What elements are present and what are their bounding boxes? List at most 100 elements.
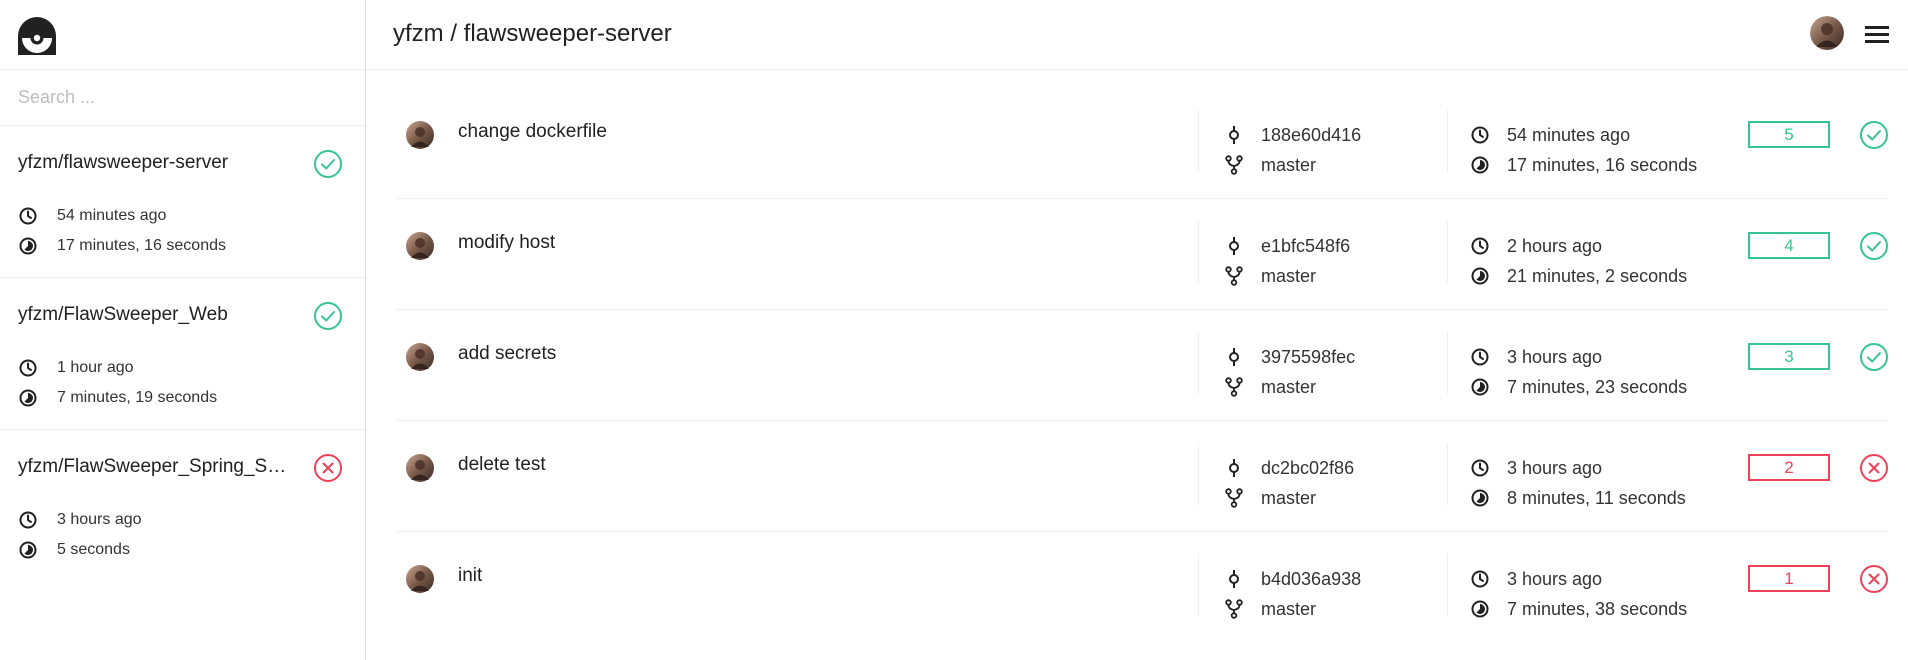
search-input[interactable] [18, 82, 338, 112]
build-duration: 7 minutes, 23 seconds [1507, 376, 1688, 397]
build-row[interactable]: delete test dc2bc02f86 master 3 hours ago 8 … [396, 421, 1888, 532]
build-number-badge: 2 [1748, 454, 1830, 481]
timelapse-icon [18, 540, 38, 560]
divider [1447, 443, 1448, 505]
repo-duration-row: 7 minutes, 19 seconds [18, 387, 217, 409]
build-time: 3 hours ago [1507, 346, 1603, 367]
duration-row: 17 minutes, 16 seconds [1470, 153, 1697, 177]
author-avatar [406, 121, 434, 149]
commit-row: 3975598fec [1224, 345, 1355, 369]
build-row[interactable]: init b4d036a938 master 3 hours ago 7 minutes… [396, 532, 1888, 643]
commit-icon [1224, 569, 1244, 589]
failure-x-icon [1859, 453, 1889, 483]
repo-item[interactable]: yfzm/FlawSweeper_Web 1 hour ago 7 minutes,… [0, 278, 365, 430]
commit-sha: b4d036a938 [1261, 568, 1362, 589]
divider [1198, 443, 1199, 505]
branch-name: master [1261, 487, 1317, 508]
commit-row: 188e60d416 [1224, 123, 1361, 147]
success-check-icon [313, 301, 343, 331]
commit-icon [1224, 458, 1244, 478]
commit-row: e1bfc548f6 [1224, 234, 1350, 258]
branch-name: master [1261, 376, 1317, 397]
build-row[interactable]: modify host e1bfc548f6 master 2 hours ago 21… [396, 199, 1888, 310]
success-check-icon [313, 149, 343, 179]
author-avatar [406, 454, 434, 482]
user-avatar[interactable] [1810, 16, 1844, 50]
commit-sha: 3975598fec [1261, 346, 1356, 367]
branch-name: master [1261, 598, 1317, 619]
duration-row: 21 minutes, 2 seconds [1470, 264, 1687, 288]
divider [1447, 332, 1448, 394]
success-check-icon [1859, 342, 1889, 372]
build-list: change dockerfile 188e60d416 master 54 minu… [396, 88, 1888, 643]
repo-duration: 7 minutes, 19 seconds [57, 389, 218, 406]
divider [1198, 110, 1199, 172]
build-number-badge: 1 [1748, 565, 1830, 592]
build-time: 2 hours ago [1507, 235, 1603, 256]
author-avatar [406, 343, 434, 371]
time-row: 54 minutes ago [1470, 123, 1630, 147]
build-row[interactable]: add secrets 3975598fec master 3 hours ago 7 … [396, 310, 1888, 421]
clock-icon [1470, 347, 1490, 367]
clock-icon [18, 358, 38, 378]
timelapse-icon [18, 388, 38, 408]
duration-row: 7 minutes, 23 seconds [1470, 375, 1687, 399]
commit-icon [1224, 236, 1244, 256]
repo-duration-row: 17 minutes, 16 seconds [18, 235, 226, 257]
timelapse-icon [1470, 377, 1490, 397]
clock-icon [18, 206, 38, 226]
commit-icon [1224, 125, 1244, 145]
app: yfzm/flawsweeper-server54 minutes ago17 … [0, 0, 1908, 660]
clock-icon [1470, 236, 1490, 256]
build-row[interactable]: change dockerfile 188e60d416 master 54 minu… [396, 88, 1888, 199]
branch-row: master [1224, 153, 1316, 177]
build-time: 3 hours ago [1507, 568, 1603, 589]
timelapse-icon [18, 236, 38, 256]
commit-row: b4d036a938 [1224, 567, 1361, 591]
sidebar: yfzm/flawsweeper-server 54 minutes ago 17 … [0, 0, 366, 660]
repo-duration: 17 minutes, 16 seconds [57, 237, 226, 254]
clock-icon [18, 510, 38, 530]
clock-icon [1470, 125, 1490, 145]
failure-x-icon [1859, 564, 1889, 594]
repo-time-row: 1 hour ago [18, 357, 134, 379]
timelapse-icon [1470, 599, 1490, 619]
page-title: yfzm / flawsweeper-server [393, 20, 672, 47]
branch-icon [1224, 377, 1244, 397]
commit-message: add secrets [458, 343, 557, 364]
search-bar [0, 70, 365, 126]
repo-list: yfzm/flawsweeper-server 54 minutes ago 17 … [0, 126, 365, 582]
logo-bar [0, 0, 365, 70]
build-number-badge: 5 [1748, 121, 1830, 148]
timelapse-icon [1470, 155, 1490, 175]
repo-item[interactable]: yfzm/FlawSweeper_Spring_Ser... 3 hours ag… [0, 430, 365, 582]
timelapse-icon [1470, 488, 1490, 508]
repo-name: yfzm/FlawSweeper_Spring_Ser... [18, 456, 288, 477]
build-duration: 17 minutes, 16 seconds [1507, 154, 1698, 175]
commit-icon [1224, 347, 1244, 367]
time-row: 3 hours ago [1470, 567, 1602, 591]
build-time: 54 minutes ago [1507, 124, 1631, 145]
drone-logo-icon[interactable] [18, 17, 56, 55]
branch-icon [1224, 155, 1244, 175]
repo-duration-row: 5 seconds [18, 539, 130, 561]
failure-x-icon [313, 453, 343, 483]
repo-time-row: 54 minutes ago [18, 205, 166, 227]
success-check-icon [1859, 231, 1889, 261]
branch-row: master [1224, 486, 1316, 510]
duration-row: 7 minutes, 38 seconds [1470, 597, 1687, 621]
build-duration: 7 minutes, 38 seconds [1507, 598, 1688, 619]
commit-row: dc2bc02f86 [1224, 456, 1354, 480]
commit-message: modify host [458, 232, 556, 253]
branch-name: master [1261, 154, 1317, 175]
branch-row: master [1224, 375, 1316, 399]
branch-row: master [1224, 597, 1316, 621]
repo-item[interactable]: yfzm/flawsweeper-server 54 minutes ago 17 … [0, 126, 365, 278]
repo-time: 3 hours ago [57, 511, 142, 528]
hamburger-menu-icon[interactable] [1862, 20, 1892, 48]
divider [1198, 221, 1199, 283]
commit-sha: 188e60d416 [1261, 124, 1362, 145]
divider [1447, 554, 1448, 616]
commit-message: init [458, 565, 483, 586]
build-number-badge: 4 [1748, 232, 1830, 259]
